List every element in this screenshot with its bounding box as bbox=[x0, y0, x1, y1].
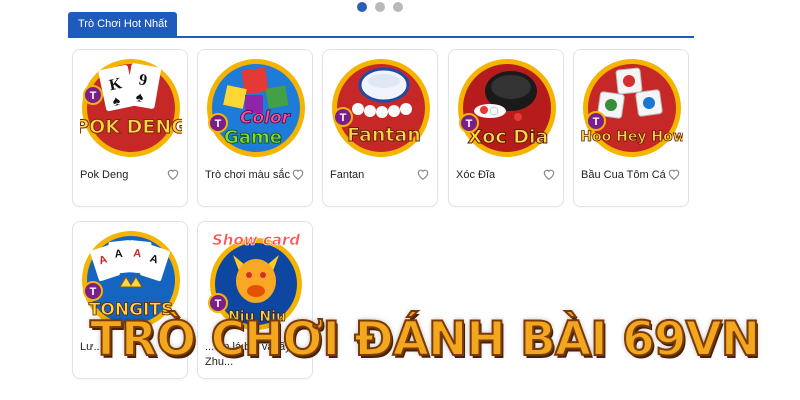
game-name: Bầu Cua Tôm Cá bbox=[581, 169, 666, 181]
pok-deng-art-title: POK DENG bbox=[80, 116, 182, 138]
fantan-art-title: Fantan bbox=[347, 124, 421, 146]
carousel-dot-3[interactable] bbox=[393, 2, 403, 12]
svg-text:T: T bbox=[593, 116, 600, 128]
game-name: Xóc Đĩa bbox=[456, 169, 496, 181]
pok-deng-thumbnail: K 9 ♠ ♠ POK DENG T bbox=[80, 59, 182, 157]
promo-headline: TRÒ CHƠI ĐÁNH BÀI 69VN bbox=[89, 311, 761, 368]
svg-text:T: T bbox=[90, 286, 97, 298]
game-card-hoo-hey-how[interactable]: Hoo Hey How T Bầu Cua Tôm Cá bbox=[573, 49, 689, 207]
game-name: Pok Deng bbox=[80, 169, 129, 181]
svg-text:Game: Game bbox=[224, 127, 282, 148]
game-card-pok-deng[interactable]: K 9 ♠ ♠ POK DENG T Pok Deng bbox=[72, 49, 188, 207]
game-card-xoc-dia[interactable]: Xoc Dia T Xóc Đĩa bbox=[448, 49, 564, 207]
favorite-heart-icon[interactable] bbox=[416, 167, 430, 181]
game-name: Trò chơi màu sắc bbox=[205, 169, 291, 181]
color-game-art-title: Color bbox=[240, 108, 292, 128]
game-card-fantan[interactable]: Fantan T Fantan bbox=[322, 49, 438, 207]
carousel-dot-1[interactable] bbox=[357, 2, 367, 12]
favorite-heart-icon[interactable] bbox=[542, 167, 556, 181]
svg-text:T: T bbox=[215, 118, 222, 130]
hoo-hey-how-thumbnail: Hoo Hey How T bbox=[581, 59, 683, 157]
color-game-thumbnail: Color Game T bbox=[207, 59, 305, 157]
carousel-dots bbox=[357, 2, 403, 12]
favorite-heart-icon[interactable] bbox=[166, 167, 180, 181]
favorite-heart-icon[interactable] bbox=[291, 167, 305, 181]
svg-text:T: T bbox=[466, 118, 473, 130]
show-card-art-title: Show card bbox=[212, 231, 300, 249]
game-card-color-game[interactable]: Color Game T Trò chơi màu sắc bbox=[197, 49, 313, 207]
xoc-dia-art-title: Xoc Dia bbox=[468, 126, 549, 148]
svg-text:T: T bbox=[90, 90, 97, 102]
svg-text:T: T bbox=[215, 298, 222, 310]
svg-text:A: A bbox=[133, 247, 142, 260]
hoo-hey-how-art-title: Hoo Hey How bbox=[581, 129, 683, 145]
fantan-thumbnail: Fantan T bbox=[332, 59, 430, 157]
svg-text:A: A bbox=[114, 248, 123, 261]
section-tab-hot-games[interactable]: Trò Chơi Hot Nhất bbox=[68, 12, 178, 37]
carousel-dot-2[interactable] bbox=[375, 2, 385, 12]
xoc-dia-thumbnail: Xoc Dia T bbox=[458, 59, 556, 157]
game-name: Fantan bbox=[330, 169, 365, 181]
svg-text:T: T bbox=[340, 112, 347, 124]
favorite-heart-icon[interactable] bbox=[667, 167, 681, 181]
section-divider bbox=[68, 36, 694, 38]
